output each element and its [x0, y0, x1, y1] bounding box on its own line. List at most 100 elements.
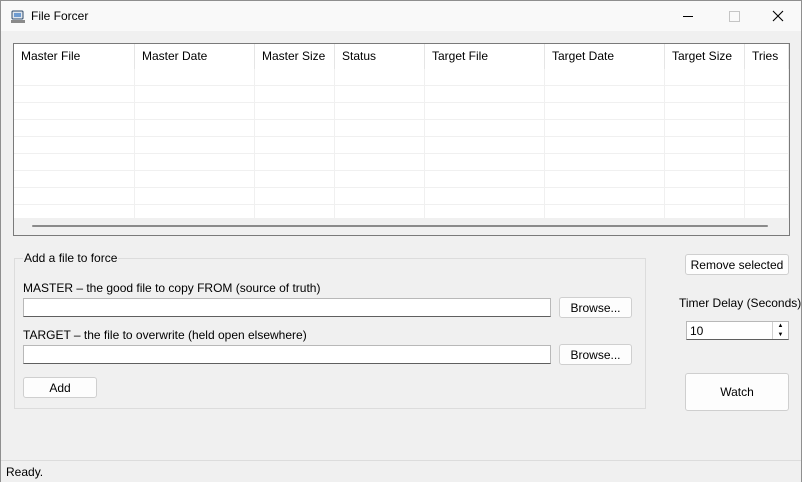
empty-list-cell [425, 86, 545, 102]
status-text: Ready. [6, 465, 44, 479]
maximize-icon [728, 10, 740, 22]
column-header-target-size[interactable]: Target Size [665, 44, 745, 69]
empty-list-cell [745, 69, 789, 85]
spinner-buttons: ▲ ▼ [772, 322, 788, 339]
spin-down-button[interactable]: ▼ [773, 331, 788, 339]
empty-list-cell [545, 188, 665, 204]
empty-list-cell [745, 171, 789, 187]
target-file-input[interactable] [23, 345, 551, 364]
empty-list-cell [255, 86, 335, 102]
empty-list-row [14, 154, 789, 171]
empty-list-cell [745, 103, 789, 119]
chevron-up-icon: ▲ [777, 323, 784, 329]
empty-list-cell [255, 137, 335, 153]
empty-list-cell [14, 69, 135, 85]
maximize-button[interactable] [711, 1, 757, 31]
close-button[interactable] [755, 1, 801, 31]
column-header-master-file[interactable]: Master File [14, 44, 135, 69]
column-header-master-size[interactable]: Master Size [255, 44, 335, 69]
empty-list-cell [665, 103, 745, 119]
column-header-master-date[interactable]: Master Date [135, 44, 255, 69]
empty-list-row [14, 188, 789, 205]
empty-list-cell [14, 171, 135, 187]
status-bar: Ready. [1, 460, 801, 482]
empty-list-cell [335, 171, 425, 187]
empty-list-cell [545, 69, 665, 85]
empty-list-cell [545, 137, 665, 153]
empty-list-cell [335, 154, 425, 170]
empty-list-cell [745, 137, 789, 153]
empty-list-row [14, 137, 789, 154]
empty-list-cell [255, 154, 335, 170]
empty-list-cell [255, 103, 335, 119]
empty-list-cell [425, 188, 545, 204]
empty-list-row [14, 103, 789, 120]
empty-list-cell [665, 171, 745, 187]
empty-list-row [14, 69, 789, 86]
empty-list-cell [425, 69, 545, 85]
horizontal-scrollbar[interactable] [14, 218, 789, 235]
title-bar[interactable]: File Forcer [1, 1, 801, 31]
empty-list-cell [665, 188, 745, 204]
empty-list-cell [545, 86, 665, 102]
empty-list-cell [14, 137, 135, 153]
empty-list-cell [335, 120, 425, 136]
empty-list-cell [425, 154, 545, 170]
main-window: File Forcer Master File Master Date Mast… [0, 0, 802, 482]
add-button[interactable]: Add [23, 377, 97, 398]
empty-list-cell [335, 69, 425, 85]
empty-list-cell [14, 86, 135, 102]
empty-list-cell [335, 188, 425, 204]
empty-list-cell [135, 171, 255, 187]
master-file-input[interactable] [23, 298, 551, 317]
empty-list-cell [135, 86, 255, 102]
empty-list-cell [135, 120, 255, 136]
window-title: File Forcer [31, 9, 89, 23]
column-header-tries[interactable]: Tries [745, 44, 789, 69]
scrollbar-thumb[interactable] [32, 225, 768, 227]
empty-list-cell [665, 120, 745, 136]
empty-list-cell [135, 188, 255, 204]
spin-up-button[interactable]: ▲ [773, 322, 788, 330]
watch-button[interactable]: Watch [685, 373, 789, 411]
empty-list-cell [665, 69, 745, 85]
empty-list-cell [425, 137, 545, 153]
empty-list-cell [665, 154, 745, 170]
empty-list-cell [14, 154, 135, 170]
timer-delay-value[interactable]: 10 [690, 324, 703, 338]
files-list-view[interactable]: Master File Master Date Master Size Stat… [13, 43, 790, 236]
column-header-target-date[interactable]: Target Date [545, 44, 665, 69]
empty-list-cell [255, 69, 335, 85]
empty-list-cell [545, 171, 665, 187]
empty-list-cell [425, 171, 545, 187]
remove-selected-button[interactable]: Remove selected [685, 254, 789, 275]
empty-list-cell [425, 120, 545, 136]
master-label: MASTER – the good file to copy FROM (sou… [23, 281, 321, 295]
column-header-target-file[interactable]: Target File [425, 44, 545, 69]
timer-delay-label: Timer Delay (Seconds) [679, 296, 802, 310]
target-browse-button[interactable]: Browse... [559, 344, 632, 365]
empty-list-cell [425, 103, 545, 119]
app-icon [10, 8, 26, 24]
close-icon [772, 10, 784, 22]
empty-list-cell [335, 86, 425, 102]
minimize-button[interactable] [665, 1, 711, 31]
list-body[interactable] [14, 69, 789, 222]
chevron-down-icon: ▼ [777, 332, 784, 338]
empty-list-cell [14, 103, 135, 119]
empty-list-cell [135, 137, 255, 153]
empty-list-cell [545, 120, 665, 136]
empty-list-row [14, 86, 789, 103]
empty-list-cell [135, 103, 255, 119]
empty-list-cell [745, 120, 789, 136]
target-label: TARGET – the file to overwrite (held ope… [23, 328, 307, 342]
empty-list-cell [665, 137, 745, 153]
empty-list-cell [545, 154, 665, 170]
empty-list-cell [335, 137, 425, 153]
empty-list-cell [14, 188, 135, 204]
column-header-status[interactable]: Status [335, 44, 425, 69]
timer-delay-spinner[interactable]: 10 ▲ ▼ [686, 321, 789, 340]
empty-list-row [14, 171, 789, 188]
empty-list-cell [255, 188, 335, 204]
master-browse-button[interactable]: Browse... [559, 297, 632, 318]
